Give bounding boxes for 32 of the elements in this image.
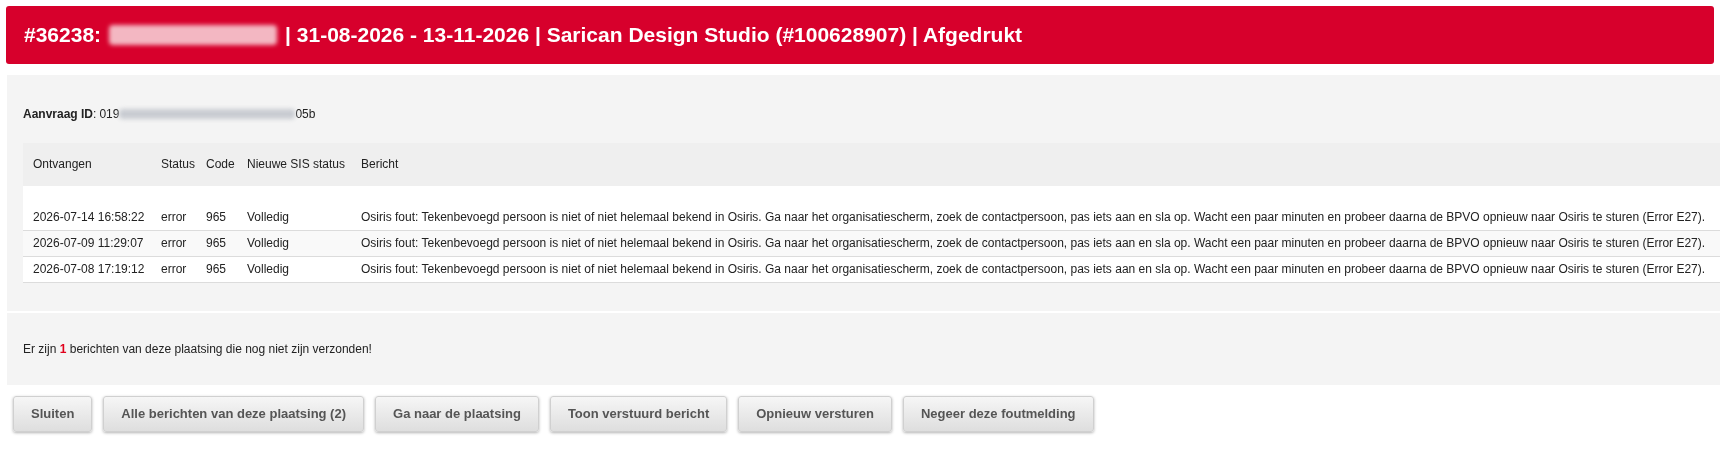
- table-cell-text: 2026-07-14 16:58:22: [33, 209, 146, 227]
- action-button[interactable]: Opnieuw versturen: [738, 396, 892, 432]
- table-cell-text: 965: [206, 209, 228, 227]
- request-id-prefix: 019: [99, 105, 120, 123]
- table-cell-text: error: [161, 235, 188, 253]
- table-cell-text: 2026-07-09 11:29:07: [33, 235, 145, 253]
- table-cell-text: 2026-07-08 17:19:12: [33, 261, 146, 279]
- column-header: Ontvangen: [33, 156, 93, 174]
- title-text: | 31-08-2026 - 13-11-2026 | Sarican Design Studio (#100628907) | Afgedrukt: [285, 22, 1023, 49]
- table-cell-text: Volledig: [247, 235, 291, 253]
- column-header: Nieuwe SIS status: [247, 156, 347, 174]
- action-button[interactable]: Alle berichten van deze plaatsing (2): [103, 396, 364, 432]
- request-id-suffix: 05b: [295, 105, 316, 123]
- table-cell-text: 965: [206, 261, 228, 279]
- table-cell-text: Volledig: [247, 209, 291, 227]
- column-header: Bericht: [361, 156, 399, 174]
- action-button[interactable]: Toon verstuurd bericht: [549, 396, 728, 432]
- table-cell-text: Osiris fout: Tekenbevoegd persoon is niet of niet helemaal bekend in Osiris. Ga naar het organisatiescherm, zoek de contactpersoon, pas iets aan en sla op. Wacht een paar minuten en probeer daarna de BPVO opnieuw naar Osiris te sturen (Error E27).: [361, 261, 1706, 279]
- table-cell-text: Volledig: [247, 261, 291, 279]
- separator: :: [93, 105, 97, 123]
- table-cell-text: error: [161, 261, 188, 279]
- table-cell-text: error: [161, 209, 188, 227]
- action-button[interactable]: Sluiten: [13, 396, 93, 432]
- table-cell-text: Osiris fout: Tekenbevoegd persoon is niet of niet helemaal bekend in Osiris. Ga naar het organisatiescherm, zoek de contactpersoon, pas iets aan en sla op. Wacht een paar minuten en probeer daarna de BPVO opnieuw naar Osiris te sturen (Error E27).: [361, 209, 1706, 227]
- column-header: Code: [206, 156, 236, 174]
- table-cell-text: Osiris fout: Tekenbevoegd persoon is niet of niet helemaal bekend in Osiris. Ga naar het organisatiescherm, zoek de contactpersoon, pas iets aan en sla op. Wacht een paar minuten en probeer daarna de BPVO opnieuw naar Osiris te sturen (Error E27).: [361, 235, 1706, 253]
- column-header: Status: [161, 156, 197, 174]
- table-cell-text: 965: [206, 235, 228, 253]
- action-button[interactable]: Negeer deze foutmelding: [902, 396, 1094, 432]
- placement-number: #36238:: [24, 22, 102, 49]
- action-button[interactable]: Ga naar de plaatsing: [375, 396, 539, 432]
- unsent-notice: Er zijn 1 berichten van deze plaatsing die nog niet zijn verzonden!: [23, 340, 372, 358]
